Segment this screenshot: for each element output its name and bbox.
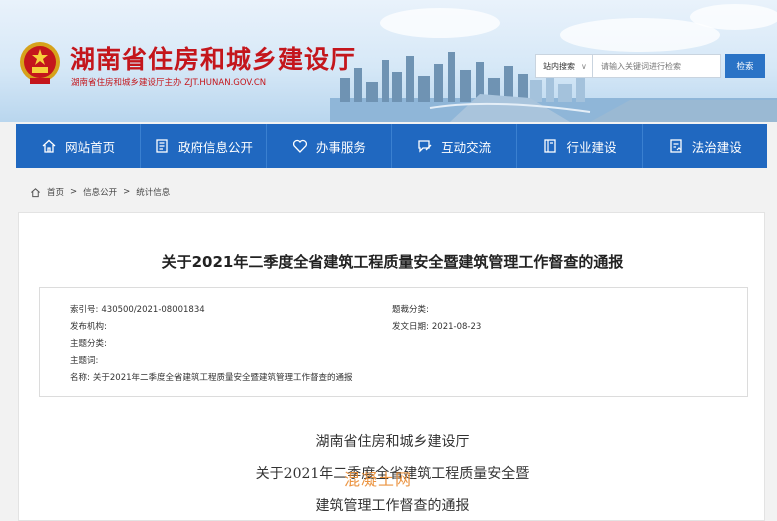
header-banner: 湖南省住房和城乡建设厅 湖南省住房和城乡建设厅主办 ZJT.HUNAN.GOV.…	[0, 0, 777, 122]
breadcrumb-current[interactable]: 统计信息	[136, 186, 170, 198]
meta-date-label: 发文日期:	[392, 322, 429, 332]
meta-index: 索引号: 430500/2021-08001834	[70, 303, 205, 315]
meta-org: 发布机构:	[70, 320, 110, 332]
book-icon	[544, 139, 557, 153]
site-title[interactable]: 湖南省住房和城乡建设厅	[70, 40, 356, 76]
nav-item-interaction[interactable]: 互动交流	[392, 124, 518, 168]
nav-item-label: 政府信息公开	[177, 139, 253, 155]
search-scope-label: 站内搜索	[543, 61, 575, 71]
cloud-decoration	[690, 4, 777, 30]
meta-topic-label: 题裁分类:	[392, 305, 429, 315]
nav-item-gov-info[interactable]: 政府信息公开	[141, 124, 267, 168]
search-bar: 站内搜索 ∨ 请输入关键词进行检索 检索	[535, 54, 765, 78]
meta-date: 发文日期: 2021-08-23	[392, 320, 481, 332]
nav-item-industry[interactable]: 行业建设	[517, 124, 643, 168]
document-icon	[156, 139, 168, 153]
home-icon	[42, 139, 56, 153]
legal-doc-icon	[670, 139, 682, 153]
nav-item-label: 网站首页	[65, 139, 116, 155]
breadcrumb-separator: >	[123, 187, 131, 197]
nav-item-services[interactable]: 办事服务	[267, 124, 392, 168]
breadcrumb-info-link[interactable]: 信息公开	[83, 186, 117, 198]
nav-item-label: 行业建设	[566, 139, 617, 155]
meta-date-value: 2021-08-23	[431, 322, 482, 332]
meta-name-label: 名称:	[70, 373, 90, 383]
nav-item-home[interactable]: 网站首页	[16, 124, 142, 168]
meta-index-value: 430500/2021-08001834	[101, 305, 205, 315]
meta-topic: 题裁分类:	[392, 303, 432, 315]
breadcrumb-separator: >	[70, 187, 78, 197]
site-subtitle: 湖南省住房和城乡建设厅主办 ZJT.HUNAN.GOV.CN	[71, 78, 267, 88]
nav-item-label: 互动交流	[441, 139, 492, 155]
national-emblem-icon	[20, 42, 60, 84]
breadcrumb-home-link[interactable]: 首页	[47, 186, 64, 198]
search-scope-select[interactable]: 站内搜索 ∨	[535, 54, 593, 78]
meta-keywords-label: 主题词:	[70, 356, 99, 366]
watermark-text: 混凝土网	[344, 470, 413, 489]
meta-name: 名称: 关于2021年二季度全省建筑工程质量安全暨建筑管理工作督查的通报	[70, 371, 353, 383]
article-heading-line-2: 建筑管理工作督查的通报	[315, 498, 470, 514]
cloud-decoration	[380, 8, 500, 38]
article-title: 关于2021年二季度全省建筑工程质量安全暨建筑管理工作督查的通报	[161, 253, 624, 271]
meta-index-label: 索引号:	[70, 305, 99, 315]
article-meta-box: 索引号: 430500/2021-08001834 题裁分类: 发布机构: 发文日…	[39, 287, 748, 397]
home-icon	[31, 187, 40, 197]
chat-edit-icon	[418, 140, 432, 153]
meta-subject-label: 主题分类:	[70, 339, 107, 349]
breadcrumb: 首页 > 信息公开 > 统计信息	[30, 186, 170, 198]
search-input[interactable]: 请输入关键词进行检索	[593, 54, 721, 78]
meta-keywords: 主题词:	[70, 354, 101, 366]
chevron-down-icon: ∨	[581, 61, 587, 71]
city-skyline-image	[330, 52, 777, 122]
meta-name-value: 关于2021年二季度全省建筑工程质量安全暨建筑管理工作督查的通报	[92, 373, 353, 383]
heart-icon	[292, 139, 307, 153]
meta-org-label: 发布机构:	[70, 322, 107, 332]
search-button[interactable]: 检索	[725, 54, 765, 78]
nav-item-label: 办事服务	[315, 139, 366, 155]
nav-item-label: 法治建设	[691, 139, 742, 155]
main-nav: 网站首页 政府信息公开 办事服务 互动交流 行业建设 法治建设	[16, 124, 767, 168]
nav-item-legal[interactable]: 法治建设	[643, 124, 767, 168]
article-issuer: 湖南省住房和城乡建设厅	[315, 434, 470, 450]
meta-subject: 主题分类:	[70, 337, 110, 349]
